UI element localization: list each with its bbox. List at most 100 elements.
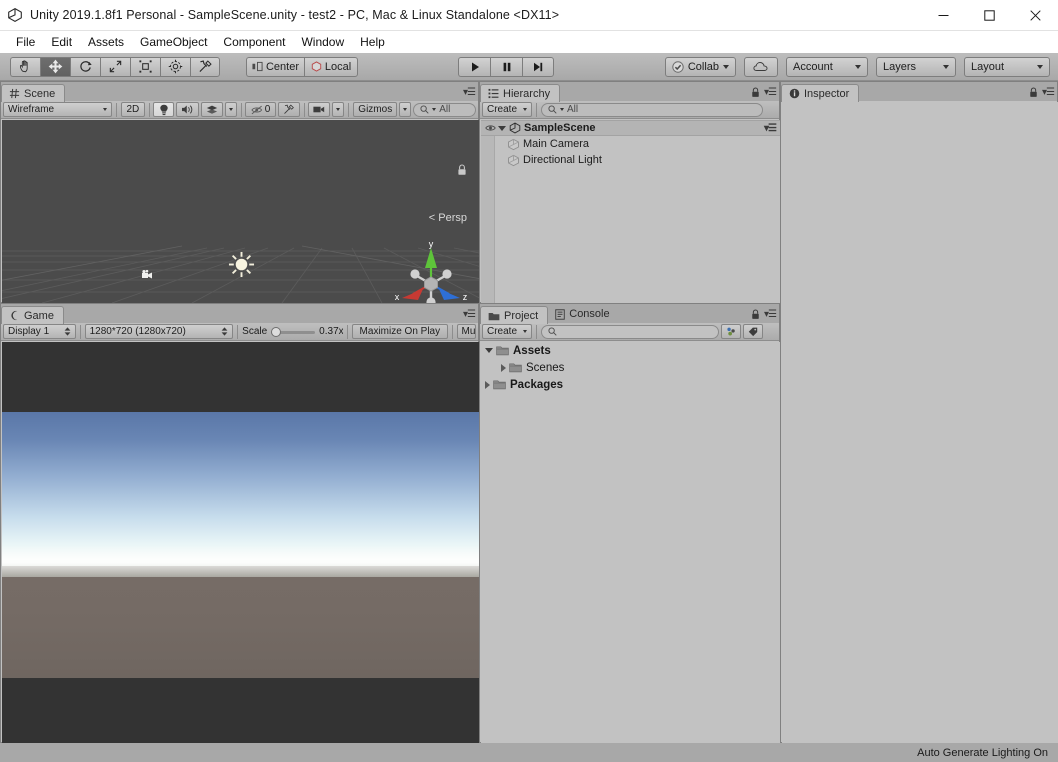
- expand-triangle-icon[interactable]: [498, 126, 506, 131]
- tab-hierarchy[interactable]: Hierarchy: [480, 84, 560, 102]
- scale-value: 0.37x: [319, 326, 343, 337]
- layout-button[interactable]: Layout: [964, 57, 1050, 77]
- project-tree-row-scenes[interactable]: Scenes: [481, 359, 780, 376]
- scene-lighting-toggle[interactable]: [153, 102, 173, 117]
- step-button[interactable]: [522, 57, 554, 77]
- hierarchy-lock-icon[interactable]: [751, 87, 760, 98]
- hierarchy-scene-name: SampleScene: [524, 122, 596, 134]
- panel-menu-icon[interactable]: ▾☰: [764, 87, 776, 98]
- pause-button[interactable]: [490, 57, 522, 77]
- menu-gameobject[interactable]: GameObject: [132, 32, 215, 52]
- tab-project[interactable]: Project: [480, 306, 548, 324]
- scene-viewport[interactable]: y x z: [2, 120, 479, 303]
- game-viewport[interactable]: [2, 342, 479, 743]
- project-search-input[interactable]: [541, 325, 719, 339]
- scene-effects-dropdown[interactable]: [225, 102, 237, 117]
- tab-game[interactable]: Game: [1, 306, 64, 324]
- resolution-dropdown[interactable]: 1280*720 (1280x720): [85, 324, 234, 339]
- collab-label: Collab: [688, 61, 719, 73]
- layers-button[interactable]: Layers: [876, 57, 956, 77]
- hand-tool-button[interactable]: [10, 57, 40, 77]
- panel-menu-icon[interactable]: ▾☰: [1042, 87, 1054, 98]
- menu-window[interactable]: Window: [293, 32, 352, 52]
- scale-slider-handle[interactable]: [271, 327, 281, 337]
- transform-tool-button[interactable]: [160, 57, 190, 77]
- scene-light-gizmo-icon[interactable]: [228, 251, 255, 278]
- panel-menu-icon[interactable]: ▾☰: [764, 309, 776, 320]
- panel-menu-icon[interactable]: ▾☰: [463, 87, 475, 98]
- chevron-down-icon: [943, 65, 949, 69]
- maximize-icon[interactable]: [966, 0, 1012, 31]
- inspector-lock-icon[interactable]: [1029, 87, 1038, 98]
- scale-slider[interactable]: [271, 326, 315, 338]
- scene-projection-label[interactable]: < Persp: [429, 212, 467, 224]
- transform-tools-group: [10, 57, 220, 77]
- scene-camera-button[interactable]: [308, 102, 330, 117]
- scene-effects-toggle[interactable]: [201, 102, 223, 117]
- scene-camera-gizmo-icon[interactable]: [140, 268, 156, 281]
- hierarchy-create-button[interactable]: Create: [482, 102, 532, 117]
- close-icon[interactable]: [1012, 0, 1058, 31]
- mute-audio-toggle[interactable]: Mu: [457, 324, 477, 339]
- gizmos-button[interactable]: Gizmos: [353, 102, 397, 117]
- tab-scene[interactable]: Scene: [1, 84, 65, 102]
- rotate-tool-button[interactable]: [70, 57, 100, 77]
- scene-lock-icon[interactable]: [457, 164, 467, 176]
- project-create-label: Create: [487, 326, 517, 337]
- game-tab-controls: ▾☰: [463, 309, 475, 320]
- collab-button[interactable]: Collab: [665, 57, 736, 77]
- hierarchy-item-main-camera[interactable]: Main Camera: [481, 136, 780, 152]
- tab-inspector[interactable]: Inspector: [781, 84, 859, 102]
- move-tool-button[interactable]: [40, 57, 70, 77]
- pivot-mode-button[interactable]: Center: [246, 57, 304, 77]
- status-bar[interactable]: Auto Generate Lighting On: [0, 743, 1058, 762]
- custom-tool-button[interactable]: [190, 57, 220, 77]
- hierarchy-scene-row[interactable]: SampleScene ▾☰: [481, 120, 780, 136]
- collapse-triangle-icon[interactable]: [501, 364, 506, 372]
- display-dropdown[interactable]: Display 1: [3, 324, 76, 339]
- wrench-hammer-icon: [283, 103, 295, 116]
- scene-search-input[interactable]: All: [413, 103, 476, 117]
- toggle-2d-button[interactable]: 2D: [121, 102, 144, 117]
- cloud-button[interactable]: [744, 57, 778, 77]
- panel-menu-icon[interactable]: ▾☰: [463, 309, 475, 320]
- status-message: Auto Generate Lighting On: [917, 747, 1048, 759]
- menu-component[interactable]: Component: [215, 32, 293, 52]
- project-lock-icon[interactable]: [751, 309, 760, 320]
- pivot-rotation-button[interactable]: Local: [304, 57, 358, 77]
- tab-console[interactable]: Console: [548, 305, 618, 323]
- draw-mode-dropdown[interactable]: Wireframe: [3, 102, 112, 117]
- menu-edit[interactable]: Edit: [43, 32, 80, 52]
- account-button[interactable]: Account: [786, 57, 868, 77]
- hierarchy-tabrow: Hierarchy ▾☰: [480, 82, 779, 101]
- tab-hierarchy-label: Hierarchy: [503, 88, 550, 100]
- chevron-down-icon: [1037, 65, 1043, 69]
- scene-audio-toggle[interactable]: [176, 102, 199, 117]
- project-create-button[interactable]: Create: [482, 324, 532, 339]
- scene-orientation-gizmo[interactable]: y x z: [390, 240, 472, 303]
- rect-tool-button[interactable]: [130, 57, 160, 77]
- project-tree-row-assets[interactable]: Assets: [481, 342, 780, 359]
- menu-assets[interactable]: Assets: [80, 32, 132, 52]
- scene-hidden-objects[interactable]: 0: [245, 102, 275, 117]
- menu-help[interactable]: Help: [352, 32, 393, 52]
- play-button[interactable]: [458, 57, 490, 77]
- scale-tool-button[interactable]: [100, 57, 130, 77]
- gizmos-dropdown[interactable]: [399, 102, 411, 117]
- scale-slider-group[interactable]: Scale 0.37x: [242, 326, 343, 338]
- scene-row-menu-icon[interactable]: ▾☰: [764, 123, 776, 134]
- project-filter-type-button[interactable]: [721, 324, 741, 339]
- menu-file[interactable]: File: [8, 32, 43, 52]
- collapse-triangle-icon[interactable]: [485, 381, 490, 389]
- eye-icon[interactable]: [485, 123, 496, 133]
- hierarchy-search-input[interactable]: All: [541, 103, 763, 117]
- window-title: Unity 2019.1.8f1 Personal - SampleScene.…: [30, 8, 559, 22]
- maximize-on-play-toggle[interactable]: Maximize On Play: [352, 324, 447, 339]
- hierarchy-item-directional-light[interactable]: Directional Light: [481, 152, 780, 168]
- minimize-icon[interactable]: [920, 0, 966, 31]
- scene-camera-dropdown[interactable]: [332, 102, 344, 117]
- expand-triangle-icon[interactable]: [485, 348, 493, 353]
- project-tree-row-packages[interactable]: Packages: [481, 376, 780, 393]
- scene-tools-button[interactable]: [278, 102, 300, 117]
- project-filter-label-button[interactable]: [743, 324, 763, 339]
